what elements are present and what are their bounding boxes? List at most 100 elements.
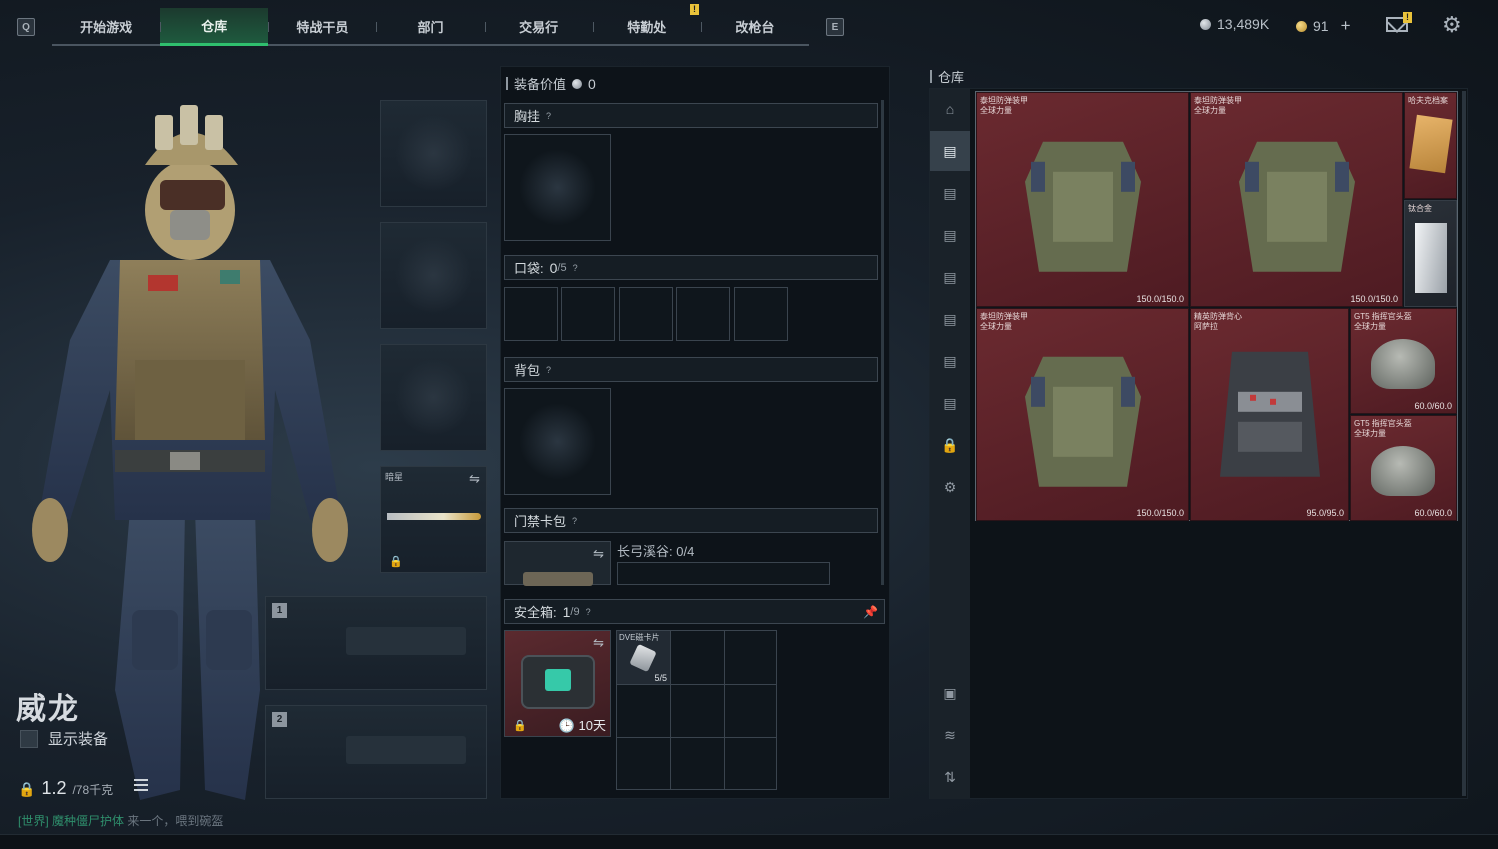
tab-operators[interactable]: 特战干员	[268, 8, 376, 44]
show-gear-checkbox[interactable]	[20, 729, 38, 748]
lock-icon: 🔒	[513, 720, 527, 732]
item-name: 钛合金	[1408, 204, 1432, 213]
weight-details-icon[interactable]	[134, 779, 148, 791]
rig-label: 胸挂	[514, 109, 541, 124]
key-hint-q[interactable]: Q	[17, 18, 35, 36]
help-icon[interactable]: ?	[572, 516, 577, 526]
keycard-map-count: 长弓溪谷: 0/4	[617, 544, 695, 559]
inventory-item[interactable]: 精英防弹背心 阿萨拉 95.0/95.0	[1190, 308, 1349, 521]
keycard-icon	[629, 643, 657, 673]
helmet-icon	[1371, 446, 1435, 496]
safebox-case-slot[interactable]: ⇋ 🔒 🕒 10天	[504, 630, 611, 737]
storage-tab-icon[interactable]: ▤	[930, 341, 970, 381]
armor-silhouette-icon	[395, 237, 472, 314]
safebox-grid[interactable]: DVE磁卡片 5/5	[616, 630, 777, 790]
settings-gear-icon[interactable]: ⚙	[930, 467, 970, 507]
tab-special-ops[interactable]: 特勤处	[592, 8, 701, 44]
inventory-item[interactable]: 钛合金	[1404, 200, 1457, 307]
key-hint-e[interactable]: E	[826, 18, 844, 36]
tab-department[interactable]: 部门	[376, 8, 484, 44]
pocket-cell[interactable]	[676, 287, 730, 341]
warehouse-title-text: 仓库	[938, 70, 965, 85]
safebox-item-count: 5/5	[654, 673, 667, 683]
slot-number-2: 2	[272, 712, 287, 727]
tab-start-game[interactable]: 开始游戏	[52, 8, 160, 44]
safebox-used: 1	[562, 603, 571, 620]
backpack-slot[interactable]	[504, 388, 611, 495]
inventory-item[interactable]: GT5 指挥官头盔 全球力量 60.0/60.0	[1350, 415, 1457, 521]
safebox-item[interactable]: DVE磁卡片 5/5	[617, 631, 670, 684]
settings-gear-icon[interactable]: ⚙	[1442, 14, 1462, 36]
pocket-cell[interactable]	[561, 287, 615, 341]
swap-icon[interactable]: ⇋	[469, 471, 480, 487]
weight-value: 1.2	[41, 778, 67, 798]
slot-number-1: 1	[272, 603, 287, 618]
storage-tab-icon[interactable]: ▤	[930, 215, 970, 255]
pockets-total: /5	[557, 261, 567, 274]
swap-icon[interactable]: ⇋	[593, 635, 604, 651]
keycard-slots[interactable]	[617, 562, 830, 585]
help-icon[interactable]: ?	[573, 263, 578, 273]
warehouse-sidebar: ⌂ ▤ ▤ ▤ ▤ ▤ ▤ ▤ 🔒 ⚙ ▣ ≋ ⇅	[930, 89, 970, 799]
item-name: 泰坦防弹装甲 全球力量	[1194, 96, 1242, 115]
weight-lock-icon: 🔒	[18, 781, 36, 797]
pin-icon[interactable]: 📌	[863, 605, 878, 619]
storage-tab-icon[interactable]: ▤	[930, 257, 970, 297]
add-currency-button[interactable]: +	[1341, 16, 1351, 36]
backpack-label: 背包	[514, 363, 541, 378]
pistol-silhouette-icon	[395, 359, 472, 436]
tab-trading[interactable]: 交易行	[484, 8, 593, 44]
warehouse-scrollbar[interactable]	[1462, 91, 1466, 796]
storage-tab-icon[interactable]: ▤	[930, 383, 970, 423]
keycard-header: 门禁卡包 ?	[504, 508, 878, 533]
armor-slot[interactable]	[380, 222, 487, 329]
loadout-scrollbar[interactable]	[881, 100, 884, 585]
tab-gunsmith[interactable]: 改枪台	[700, 8, 809, 44]
storage-tab-icon[interactable]: ▤	[930, 131, 970, 171]
pocket-cell[interactable]	[734, 287, 788, 341]
item-durability: 150.0/150.0	[1136, 294, 1184, 304]
inventory-item[interactable]: 哈夫克档案	[1404, 92, 1457, 199]
tab-warehouse[interactable]: 仓库	[160, 8, 269, 46]
pocket-cell[interactable]	[504, 287, 558, 341]
show-gear-label: 显示装备	[48, 731, 109, 748]
weight-limit: /78千克	[72, 783, 114, 797]
item-durability: 95.0/95.0	[1306, 508, 1344, 518]
inventory-item[interactable]: GT5 指挥官头盔 全球力量 60.0/60.0	[1350, 308, 1457, 414]
rig-silhouette-icon	[519, 149, 596, 226]
world-chat-line[interactable]: [世界] 魔种僵尸护体 来一个，喂到碗盔	[18, 812, 223, 829]
keycard-case-slot[interactable]: ⇋	[504, 541, 611, 586]
operator-icon[interactable]: ▣	[930, 673, 970, 713]
melee-slot[interactable]: 暗星 ⇋ 🔒	[380, 466, 487, 573]
pockets-used: 0	[549, 259, 558, 276]
carry-weight: 🔒 1.2 /78千克	[18, 778, 113, 799]
primary-weapon-slot[interactable]: 1	[265, 596, 487, 690]
warehouse-overview-icon[interactable]: ⌂	[930, 89, 970, 129]
show-gear-toggle[interactable]: 显示装备	[20, 728, 108, 749]
gold-currency: 91 +	[1296, 16, 1351, 36]
help-icon[interactable]: ?	[546, 365, 551, 375]
operator-name: 威龙	[16, 693, 80, 726]
inventory-item[interactable]: 泰坦防弹装甲 全球力量 150.0/150.0	[1190, 92, 1403, 307]
swap-icon[interactable]: ⇋	[593, 546, 604, 562]
sort-icon[interactable]: ⇅	[930, 757, 970, 797]
item-durability: 150.0/150.0	[1136, 508, 1184, 518]
item-durability: 60.0/60.0	[1414, 401, 1452, 411]
storage-tab-icon[interactable]: ▤	[930, 173, 970, 213]
lock-icon[interactable]: 🔒	[930, 425, 970, 465]
layers-icon[interactable]: ≋	[930, 715, 970, 755]
inventory-item[interactable]: 泰坦防弹装甲 全球力量 150.0/150.0	[976, 308, 1189, 521]
rig-slot[interactable]	[504, 134, 611, 241]
inventory-item[interactable]: 泰坦防弹装甲 全球力量 150.0/150.0	[976, 92, 1189, 307]
help-icon[interactable]: ?	[546, 111, 551, 121]
helmet-slot[interactable]	[380, 100, 487, 207]
mail-badge: !	[1403, 12, 1412, 23]
warehouse-grid[interactable]: 泰坦防弹装甲 全球力量 150.0/150.0 泰坦防弹装甲 全球力量 150.…	[975, 91, 1458, 521]
pocket-cell[interactable]	[619, 287, 673, 341]
safebox-icon	[521, 655, 595, 709]
help-icon[interactable]: ?	[586, 607, 591, 617]
pistol-slot[interactable]	[380, 344, 487, 451]
secondary-weapon-slot[interactable]: 2	[265, 705, 487, 799]
storage-tab-icon[interactable]: ▤	[930, 299, 970, 339]
notification-badge: !	[690, 4, 699, 15]
